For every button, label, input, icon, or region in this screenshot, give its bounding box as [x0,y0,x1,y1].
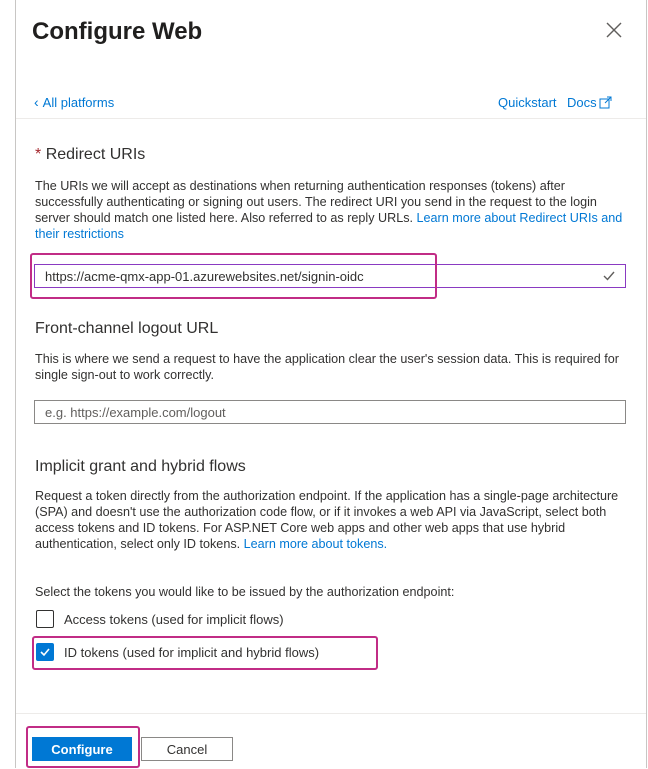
docs-link[interactable]: Docs [567,95,612,110]
required-marker: * [35,146,42,163]
redirect-uris-title: Redirect URIs [45,146,146,163]
chevron-left-icon: ‹ [34,94,39,110]
docs-label: Docs [567,95,597,110]
panel-footer: Configure Cancel [16,713,646,769]
logout-url-input[interactable]: e.g. https://example.com/logout [34,400,626,424]
token-select-prompt: Select the tokens you would like to be i… [35,585,455,599]
tokens-learn-more-link[interactable]: Learn more about tokens. [244,537,388,551]
logout-url-description: This is where we send a request to have … [35,352,619,382]
implicit-grant-description: Request a token directly from the author… [35,488,629,552]
panel-title: Configure Web [32,18,203,45]
nav-bar: ‹ All platforms Quickstart Docs [16,88,646,119]
redirect-uris-description: The URIs we will accept as destinations … [35,178,629,242]
logout-url-placeholder: e.g. https://example.com/logout [45,404,226,420]
access-tokens-option[interactable]: Access tokens (used for implicit flows) [36,610,284,628]
configure-web-panel: Configure Web ‹ All platforms Quickstart… [15,0,647,768]
redirect-uris-heading: * Redirect URIs [35,146,145,164]
logout-url-heading: Front-channel logout URL [35,320,219,337]
cancel-button[interactable]: Cancel [141,737,233,761]
implicit-grant-heading: Implicit grant and hybrid flows [35,458,246,475]
redirect-uri-highlight [30,253,437,299]
access-tokens-label: Access tokens (used for implicit flows) [64,611,284,627]
id-tokens-highlight [32,636,378,670]
quickstart-link[interactable]: Quickstart [498,95,557,110]
checkmark-icon [603,271,615,281]
configure-highlight [26,726,140,768]
all-platforms-label: All platforms [42,95,115,110]
external-link-icon [599,96,612,109]
close-icon[interactable] [604,20,624,40]
access-tokens-checkbox[interactable] [36,610,54,628]
all-platforms-link[interactable]: ‹ All platforms [34,95,114,110]
